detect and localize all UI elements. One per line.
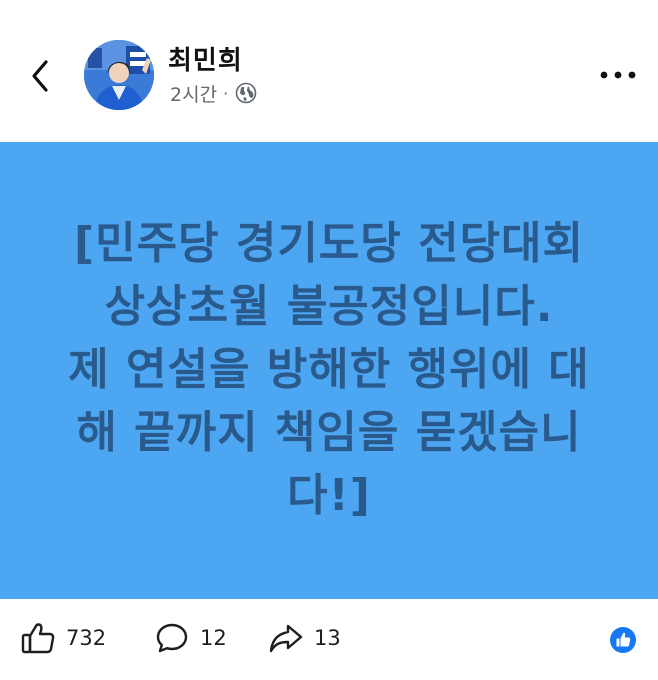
- post-screen: 최민희 2시간 · [민주당 경기도당 전당대회 상상초월 불공정입니다. 제 …: [0, 0, 658, 680]
- like-button[interactable]: 732: [20, 619, 106, 657]
- post-actions: 732 12 13: [0, 599, 658, 680]
- comment-bubble-icon: [156, 623, 188, 653]
- thumbs-up-icon: [21, 623, 55, 654]
- back-button[interactable]: [22, 52, 58, 100]
- more-options-button[interactable]: [596, 64, 640, 86]
- share-count: 13: [314, 626, 341, 650]
- like-reaction-badge-icon: [610, 627, 636, 653]
- avatar-image: [84, 40, 154, 110]
- post-text-line: 다!]: [287, 470, 371, 521]
- share-button[interactable]: 13: [268, 619, 341, 657]
- post-header: 최민희 2시간 ·: [0, 0, 658, 142]
- globe-icon: [235, 82, 257, 104]
- author-name[interactable]: 최민희: [168, 40, 243, 77]
- chevron-left-icon: [32, 60, 48, 92]
- post-text: [민주당 경기도당 전당대회 상상초월 불공정입니다. 제 연설을 방해한 행위…: [0, 212, 658, 527]
- post-text-line: 상상초월 불공정입니다.: [104, 281, 554, 332]
- post-text-line: 해 끝까지 책임을 묻겠습니: [76, 407, 582, 458]
- share-arrow-icon: [269, 624, 303, 653]
- post-text-line: [민주당 경기도당 전당대회: [73, 218, 585, 269]
- comment-count: 12: [200, 626, 227, 650]
- meta-separator: ·: [223, 83, 229, 103]
- like-count: 732: [66, 626, 107, 650]
- reaction-summary[interactable]: [609, 626, 637, 654]
- comment-button[interactable]: 12: [154, 619, 227, 657]
- avatar[interactable]: [84, 40, 154, 110]
- post-time: 2시간: [170, 83, 218, 106]
- post-image[interactable]: [민주당 경기도당 전당대회 상상초월 불공정입니다. 제 연설을 방해한 행위…: [0, 142, 658, 599]
- more-horizontal-icon: [600, 71, 636, 79]
- post-meta: 2시간 ·: [170, 80, 257, 106]
- post-text-line: 제 연설을 방해한 행위에 대: [68, 344, 590, 395]
